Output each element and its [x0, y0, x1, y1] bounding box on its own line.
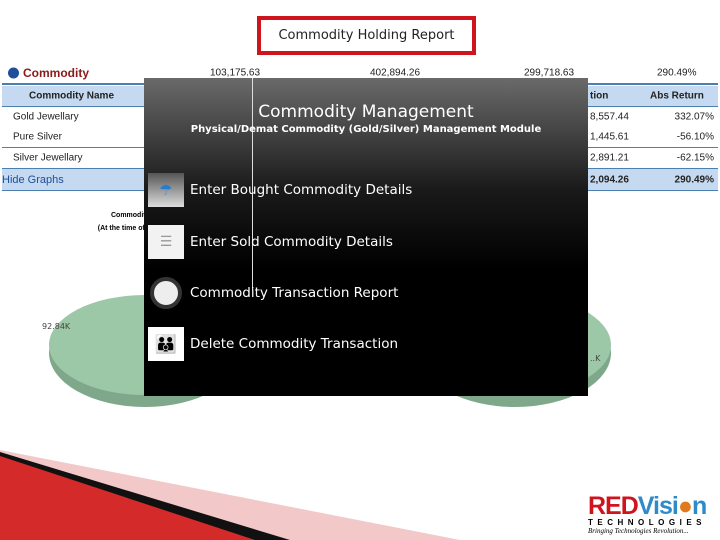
col-name: Commodity Name — [29, 90, 115, 102]
menu-label: Enter Bought Commodity Details — [190, 182, 413, 198]
footer-return: 290.49% — [674, 174, 714, 185]
row-name: Pure Silver — [13, 131, 62, 143]
logo-blue-end: n — [691, 492, 707, 520]
pie-label-left: 92.84K — [42, 322, 71, 331]
chart-subtitle: (At the time of — [97, 225, 145, 232]
menu-enter-bought[interactable]: ☂ Enter Bought Commodity Details — [148, 173, 412, 207]
redvision-logo: REDVisi●n TECHNOLOGIES Bringing Technolo… — [588, 492, 716, 536]
collapse-icon[interactable] — [8, 67, 19, 79]
logo-red: RED — [588, 492, 639, 520]
logo-sub: TECHNOLOGIES — [588, 518, 707, 527]
list-icon: ☰ — [148, 225, 184, 259]
chart-title-text: Commodit — [111, 212, 146, 219]
chart-title: Commodit (At the time of — [97, 209, 146, 235]
menu-label: Delete Commodity Transaction — [190, 336, 399, 352]
row-valuation: 2,891.21 — [590, 152, 629, 164]
family-icon: 👪 — [148, 327, 184, 361]
panel-title: Commodity Management — [258, 102, 474, 122]
menu-enter-sold[interactable]: ☰ Enter Sold Commodity Details — [148, 225, 393, 259]
logo-dot-o: ● — [677, 492, 693, 520]
row-name: Silver Jewellary — [13, 152, 83, 164]
hide-graphs-link[interactable]: Hide Graphs — [2, 174, 64, 186]
total-gain: 299,718.63 — [524, 67, 575, 79]
total-return: 290.49% — [657, 67, 697, 79]
row-return: -56.10% — [676, 131, 714, 143]
row-valuation: 8,557.44 — [590, 111, 629, 123]
menu-label: Enter Sold Commodity Details — [190, 234, 393, 250]
menu-transaction-report[interactable]: Commodity Transaction Report — [148, 276, 398, 310]
col-valuation: tion — [590, 90, 609, 102]
row-valuation: 1,445.61 — [590, 131, 629, 143]
total-value: 402,894.26 — [370, 67, 421, 79]
slide-title: Commodity Holding Report — [257, 16, 476, 55]
menu-label: Commodity Transaction Report — [190, 285, 399, 301]
row-return: -62.15% — [676, 152, 714, 164]
commodity-management-panel: Commodity Management Physical/Demat Comm… — [144, 78, 588, 396]
panel-subtitle: Physical/Demat Commodity (Gold/Silver) M… — [190, 124, 542, 135]
footer-valuation: 2,094.26 — [590, 174, 629, 185]
menu-delete-transaction[interactable]: 👪 Delete Commodity Transaction — [148, 327, 398, 361]
group-label: Commodity — [23, 66, 89, 80]
logo-blue: Visi — [637, 492, 679, 520]
row-return: 332.07% — [674, 111, 714, 123]
total-cost: 103,175.63 — [210, 67, 261, 79]
row-name: Gold Jewellary — [13, 111, 79, 123]
umbrella-people-icon: ☂ — [148, 173, 184, 207]
logo-tagline: Bringing Technologies Revolution... — [588, 527, 689, 535]
footer-swoosh — [0, 450, 460, 540]
col-abs-return: Abs Return — [650, 90, 704, 102]
pie-label-right: ..K — [590, 354, 601, 363]
clock-icon — [148, 276, 184, 310]
